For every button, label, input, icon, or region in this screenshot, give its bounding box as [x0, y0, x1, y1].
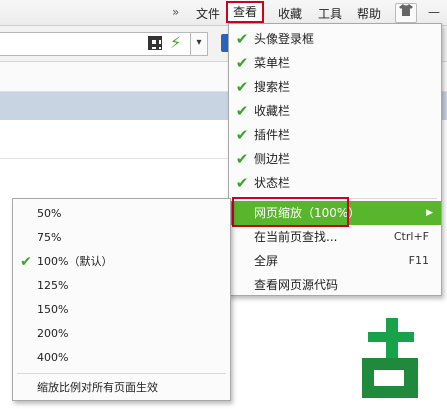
check-icon: ✔ [235, 30, 249, 48]
decorative-graphic [352, 318, 444, 406]
zoom-option-150[interactable]: 150% [13, 298, 230, 322]
menu-separator [17, 373, 226, 374]
menu-item-fullscreen[interactable]: 全屏 F11 [229, 249, 441, 273]
check-icon: ✔ [20, 254, 32, 270]
divider [0, 158, 230, 159]
qr-code-icon[interactable] [148, 36, 162, 50]
zoom-option-100[interactable]: ✔ 100%（默认） [13, 250, 230, 274]
lightning-icon[interactable]: ⚡ [170, 33, 181, 52]
view-menu: ✔ 头像登录框 ✔ 菜单栏 ✔ 搜索栏 ✔ 收藏栏 ✔ 插件栏 ✔ 侧边栏 ✔ … [228, 23, 442, 296]
minimize-icon[interactable]: — [428, 5, 440, 19]
menu-item-avatar-login[interactable]: ✔ 头像登录框 [229, 27, 441, 51]
zoom-option-50[interactable]: 50% [13, 202, 230, 226]
zoom-option-125[interactable]: 125% [13, 274, 230, 298]
menu-item-statusbar[interactable]: ✔ 状态栏 [229, 171, 441, 195]
menu-item-pluginbar[interactable]: ✔ 插件栏 [229, 123, 441, 147]
menu-favorites[interactable]: 收藏 [278, 5, 302, 22]
check-icon: ✔ [235, 78, 249, 96]
zoom-option-400[interactable]: 400% [13, 346, 230, 370]
menu-item-find-in-page[interactable]: 在当前页查找... Ctrl+F [229, 225, 441, 249]
menu-item-view-source[interactable]: 查看网页源代码 [229, 273, 441, 297]
zoom-option-200[interactable]: 200% [13, 322, 230, 346]
menu-file[interactable]: 文件 [196, 5, 220, 22]
check-icon: ✔ [235, 150, 249, 168]
shirt-icon[interactable] [395, 3, 417, 23]
menu-item-sidebar[interactable]: ✔ 侧边栏 [229, 147, 441, 171]
annotation-highlight-box [232, 197, 349, 227]
check-icon: ✔ [235, 174, 249, 192]
menu-item-menubar[interactable]: ✔ 菜单栏 [229, 51, 441, 75]
zoom-apply-all-pages[interactable]: 缩放比例对所有页面生效 [13, 376, 230, 400]
zoom-option-75[interactable]: 75% [13, 226, 230, 250]
check-icon: ✔ [235, 54, 249, 72]
menu-help[interactable]: 帮助 [357, 5, 381, 22]
address-input[interactable] [0, 32, 198, 56]
menu-tools[interactable]: 工具 [318, 5, 342, 22]
zoom-submenu: 50% 75% ✔ 100%（默认） 125% 150% 200% 400% 缩… [12, 198, 231, 401]
menu-item-searchbar[interactable]: ✔ 搜索栏 [229, 75, 441, 99]
menu-view[interactable]: 查看 [226, 1, 265, 23]
shortcut-label: F11 [408, 254, 429, 267]
check-icon: ✔ [235, 102, 249, 120]
menu-item-favoritesbar[interactable]: ✔ 收藏栏 [229, 99, 441, 123]
check-icon: ✔ [235, 126, 249, 144]
shortcut-label: Ctrl+F [393, 230, 429, 243]
chevron-down-icon[interactable]: ▾ [190, 32, 208, 56]
triangle-right-icon: ▶ [426, 208, 433, 218]
double-chevron-icon[interactable]: » [172, 5, 179, 19]
